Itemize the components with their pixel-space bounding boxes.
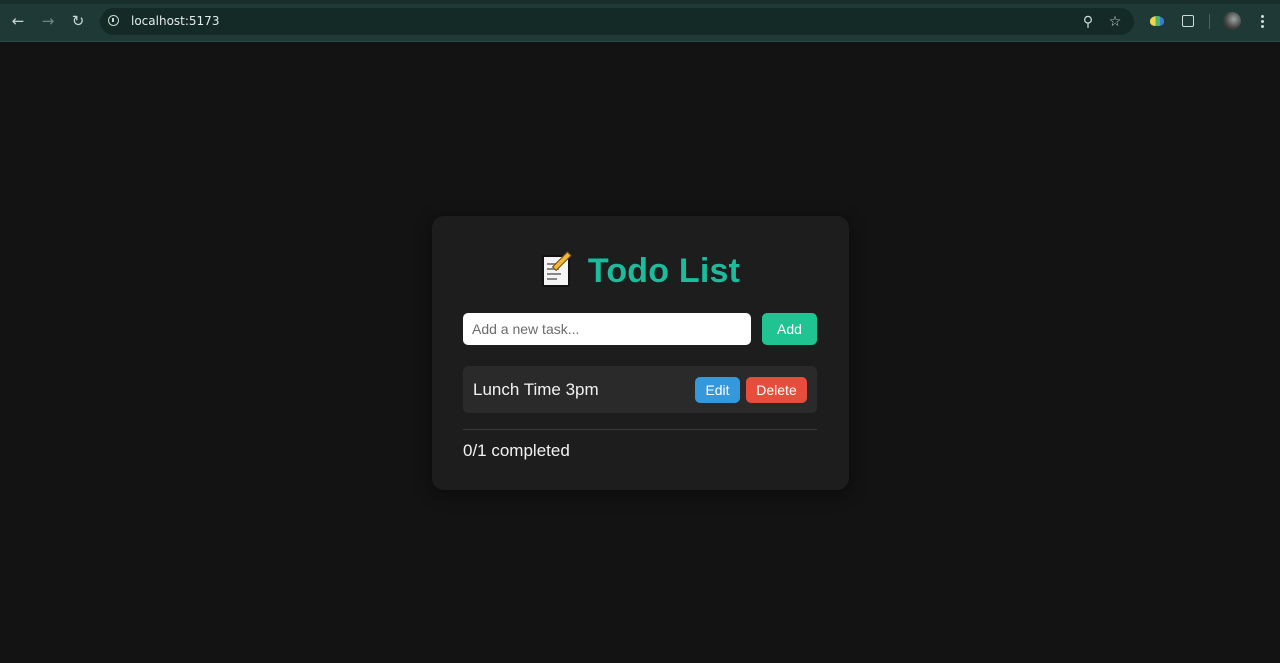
info-icon[interactable] [108, 15, 119, 26]
avatar[interactable] [1223, 12, 1241, 30]
memo-icon [540, 251, 574, 289]
puzzle-icon[interactable] [1178, 11, 1198, 31]
tab-strip-edge [0, 0, 1280, 4]
edit-button[interactable]: Edit [695, 377, 740, 403]
url-text[interactable]: localhost:5173 [131, 14, 219, 28]
extension-icon[interactable] [1147, 11, 1167, 31]
add-button[interactable]: Add [762, 313, 817, 345]
page-title: Todo List [0, 249, 1280, 293]
kebab-menu-icon[interactable] [1254, 11, 1270, 31]
back-arrow-icon[interactable]: ← [8, 11, 28, 31]
star-icon[interactable]: ☆ [1105, 12, 1125, 32]
address-bar[interactable]: localhost:5173 ⚲ ☆ [100, 8, 1134, 35]
todo-text[interactable]: Lunch Time 3pm [473, 380, 599, 400]
reload-icon[interactable]: ↻ [68, 11, 88, 31]
completion-status: 0/1 completed [463, 441, 570, 460]
browser-toolbar: ← → ↻ localhost:5173 ⚲ ☆ [0, 0, 1280, 42]
title-text: Todo List [587, 251, 741, 290]
todo-item: Lunch Time 3pm Edit Delete [463, 366, 817, 413]
new-task-input[interactable] [463, 313, 751, 345]
divider [463, 429, 817, 430]
delete-button[interactable]: Delete [746, 377, 807, 403]
toolbar-divider [1209, 14, 1210, 29]
zoom-icon[interactable]: ⚲ [1078, 12, 1098, 32]
forward-arrow-icon[interactable]: → [38, 11, 58, 31]
